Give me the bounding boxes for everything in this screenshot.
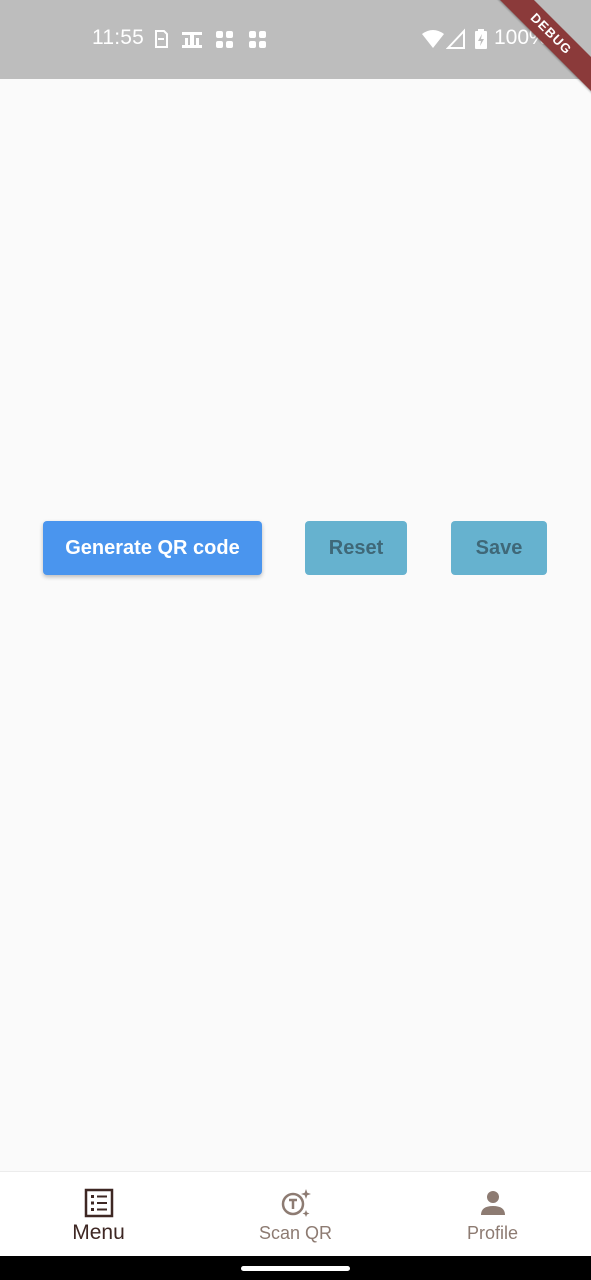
scan-qr-icon (281, 1189, 311, 1217)
sim-icon (155, 30, 168, 48)
nav-label-profile: Profile (466, 1223, 519, 1243)
wifi-icon (422, 30, 444, 48)
nav-item-profile[interactable]: Profile (394, 1172, 591, 1257)
home-gesture-handle[interactable] (241, 1266, 350, 1271)
nav-item-menu[interactable]: Menu (0, 1172, 197, 1257)
save-button[interactable]: Save (451, 521, 547, 575)
nav-label-scan-qr: Scan QR (258, 1223, 333, 1243)
nav-label-menu: Menu (72, 1221, 125, 1244)
app-grid-icon (249, 31, 266, 48)
generate-qr-button[interactable]: Generate QR code (43, 521, 262, 575)
app-grid-icon (216, 31, 233, 48)
battery-icon (475, 29, 487, 49)
menu-list-icon (84, 1188, 113, 1218)
status-bar: 11:55 100% (0, 0, 591, 79)
nav-item-scan-qr[interactable]: Scan QR (197, 1172, 394, 1257)
status-time: 11:55 (92, 26, 144, 49)
gesture-bar (0, 1256, 591, 1280)
reset-button[interactable]: Reset (305, 521, 407, 575)
app-screen: 11:55 100% DEBUG Generate QR code Reset … (0, 0, 591, 1280)
battery-percent: 100% (494, 26, 548, 49)
signal-icon (446, 28, 465, 49)
input-icon (182, 32, 202, 48)
person-icon (480, 1191, 505, 1215)
bottom-navigation: Menu Scan QR Profile (0, 1171, 591, 1256)
